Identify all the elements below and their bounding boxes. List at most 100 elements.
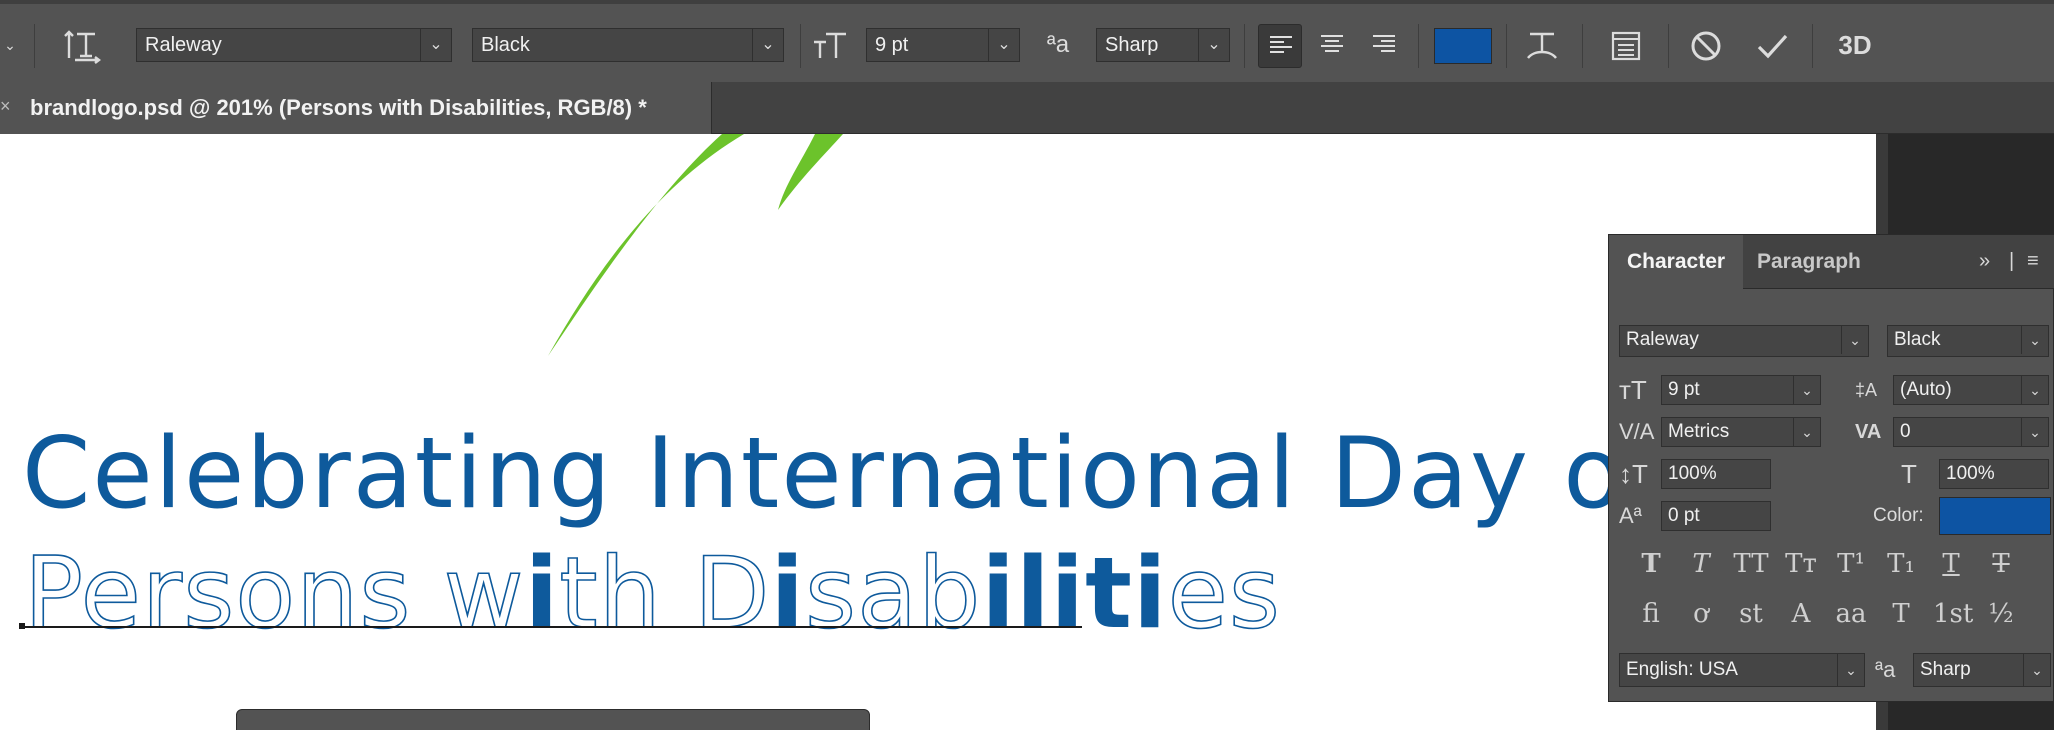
collapse-panel-icon[interactable]: » <box>1979 250 1990 273</box>
chevron-down-icon: ⌄ <box>2021 418 2048 446</box>
document-tab[interactable]: × brandlogo.psd @ 201% (Persons with Dis… <box>0 82 712 134</box>
panel-vertical-scale-value: 100% <box>1668 463 1717 484</box>
font-size-value: 9 pt <box>875 34 909 56</box>
subline-segment: es <box>1167 537 1281 651</box>
panel-kerning-value: Metrics <box>1668 421 1730 442</box>
character-panel: Character Paragraph » | ≡ Raleway ⌄ Blac… <box>1608 234 2054 702</box>
type-style-button-6[interactable]: T₁ <box>1883 549 1919 579</box>
headline-text[interactable]: Celebrating International Day of <box>22 419 1662 529</box>
panel-tracking-value: 0 <box>1900 421 1911 442</box>
align-center-icon <box>1321 35 1343 57</box>
font-style-dropdown[interactable]: Black ⌄ <box>472 28 784 62</box>
warp-text-icon[interactable] <box>1522 28 1562 72</box>
text-baseline <box>22 626 1082 628</box>
chevron-down-icon: ⌄ <box>2023 654 2050 686</box>
panel-font-family-dropdown[interactable]: Raleway ⌄ <box>1619 325 1869 357</box>
panel-language-dropdown[interactable]: English: USA ⌄ <box>1619 653 1865 687</box>
panel-horizontal-scale-field[interactable]: 100% <box>1939 459 2049 489</box>
tab-paragraph[interactable]: Paragraph <box>1739 235 1879 289</box>
subline-segment: th D <box>558 537 771 651</box>
chevron-down-icon: ⌄ <box>1841 326 1868 354</box>
subline-segment: i <box>981 537 1016 651</box>
align-right-button[interactable] <box>1362 24 1406 68</box>
align-center-button[interactable] <box>1310 24 1354 68</box>
character-panels-icon[interactable] <box>1606 28 1646 70</box>
type-style-button-2[interactable]: T <box>1683 549 1719 579</box>
type-style-button-3[interactable]: TT <box>1733 549 1769 579</box>
font-family-value: Raleway <box>145 34 222 56</box>
options-bar: ⌄ Raleway ⌄ Black ⌄ 9 pt ⌄ ªa Sharp ⌄ 3D <box>0 0 2054 82</box>
3d-icon[interactable]: 3D <box>1832 30 1878 60</box>
floating-panel[interactable] <box>236 709 870 730</box>
opentype-button-4[interactable]: A <box>1783 599 1819 629</box>
chevron-down-icon: ⌄ <box>752 29 783 61</box>
panel-color-label: Color: <box>1873 505 1924 526</box>
text-color-swatch[interactable] <box>1434 28 1492 64</box>
tab-character[interactable]: Character <box>1609 235 1744 289</box>
panel-vertical-scale-field[interactable]: 100% <box>1661 459 1771 489</box>
type-style-button-1[interactable]: T <box>1633 549 1669 579</box>
vertical-scale-icon: ↕T <box>1619 459 1648 489</box>
subline-segment: i <box>1050 537 1086 651</box>
chevron-down-icon: ⌄ <box>2021 376 2048 404</box>
panel-font-family-value: Raleway <box>1626 329 1699 350</box>
chevron-down-icon: ⌄ <box>2021 326 2048 354</box>
align-left-icon <box>1270 36 1292 58</box>
commit-icon[interactable] <box>1752 28 1792 70</box>
panel-horizontal-scale-value: 100% <box>1946 463 1995 484</box>
panel-font-size-dropdown[interactable]: 9 pt ⌄ <box>1661 375 1821 405</box>
panel-antialias-dropdown[interactable]: Sharp ⌄ <box>1913 653 2051 687</box>
opentype-button-6[interactable]: T <box>1883 599 1919 629</box>
panel-antialias-value: Sharp <box>1920 659 1971 680</box>
text-orientation-icon[interactable] <box>60 28 106 70</box>
horizontal-scale-icon: T <box>1901 459 1917 489</box>
document-tab-title: brandlogo.psd @ 201% (Persons with Disab… <box>30 95 647 120</box>
document-canvas[interactable]: Celebrating International Day of Persons… <box>0 134 1876 730</box>
kerning-icon: V/A <box>1619 419 1655 444</box>
chevron-down-icon: ⌄ <box>1198 29 1229 61</box>
panel-color-swatch[interactable] <box>1939 497 2051 535</box>
panel-kerning-dropdown[interactable]: Metrics ⌄ <box>1661 417 1821 447</box>
antialias-dropdown[interactable]: Sharp ⌄ <box>1096 28 1230 62</box>
align-left-button[interactable] <box>1258 24 1302 68</box>
font-family-dropdown[interactable]: Raleway ⌄ <box>136 28 452 62</box>
tool-preset-chevron-icon[interactable]: ⌄ <box>0 30 20 60</box>
chevron-down-icon: ⌄ <box>1793 418 1820 446</box>
opentype-button-1[interactable]: fi <box>1633 599 1669 629</box>
opentype-button-2[interactable]: ơ <box>1683 599 1719 629</box>
leading-icon: ‡A <box>1855 380 1878 400</box>
text-anchor-handle[interactable] <box>19 623 25 629</box>
antialias-value: Sharp <box>1105 34 1159 56</box>
chevron-down-icon: ⌄ <box>988 29 1019 61</box>
subline-text[interactable]: Persons with Disabilities <box>23 537 1281 651</box>
panel-leading-dropdown[interactable]: (Auto) ⌄ <box>1893 375 2049 405</box>
opentype-button-7[interactable]: 1st <box>1933 599 1973 629</box>
panel-baseline-shift-value: 0 pt <box>1668 505 1700 526</box>
subline-segment: i <box>524 537 560 651</box>
opentype-button-5[interactable]: aa <box>1833 599 1869 629</box>
close-tab-icon[interactable]: × <box>0 96 11 117</box>
type-style-button-4[interactable]: Tт <box>1783 549 1819 579</box>
type-style-button-7[interactable]: T <box>1933 549 1969 579</box>
panel-font-style-dropdown[interactable]: Black ⌄ <box>1887 325 2049 357</box>
panel-divider: | <box>2009 250 2015 272</box>
font-size-dropdown[interactable]: 9 pt ⌄ <box>866 28 1020 62</box>
chevron-down-icon: ⌄ <box>1793 376 1820 404</box>
subline-segment: i <box>1133 537 1168 651</box>
chevron-down-icon: ⌄ <box>1837 654 1864 686</box>
subline-segment: l <box>1015 537 1051 651</box>
type-style-button-5[interactable]: T¹ <box>1833 549 1869 579</box>
panel-menu-icon[interactable]: ≡ <box>2027 250 2039 273</box>
font-size-icon <box>812 28 848 68</box>
opentype-button-3[interactable]: st <box>1733 599 1769 629</box>
panel-baseline-shift-field[interactable]: 0 pt <box>1661 501 1771 531</box>
panel-tracking-dropdown[interactable]: 0 ⌄ <box>1893 417 2049 447</box>
panel-font-style-value: Black <box>1894 329 1941 350</box>
opentype-button-8[interactable]: ½ <box>1983 599 2019 629</box>
subline-segment: sab <box>804 537 982 651</box>
type-style-button-8[interactable]: T <box>1983 549 2019 579</box>
font-style-value: Black <box>481 34 530 56</box>
font-size-icon: ᴛT <box>1619 375 1647 405</box>
cancel-icon[interactable] <box>1686 28 1726 70</box>
subline-segment: i <box>770 537 806 651</box>
